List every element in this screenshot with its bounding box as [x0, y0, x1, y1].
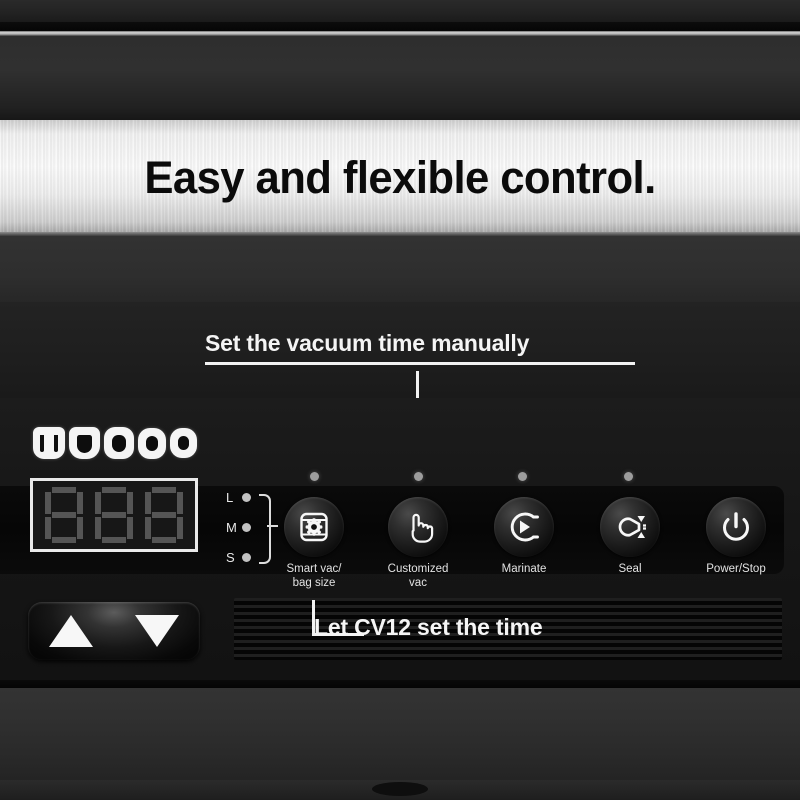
bag-size-dot-s	[242, 553, 251, 562]
vacuum-level-4-icon	[138, 427, 166, 459]
vacuum-strength-indicator	[33, 427, 197, 459]
arrow-down-icon[interactable]	[135, 615, 179, 647]
vacuum-level-3-icon	[104, 427, 134, 459]
led-smart-vac	[310, 472, 319, 481]
power-icon	[719, 510, 753, 544]
callout-top-text: Set the vacuum time manually	[205, 330, 530, 356]
bag-size-bracket-tick	[267, 525, 278, 527]
callout-top-underline	[205, 362, 635, 366]
segment-digit-1	[45, 487, 83, 543]
led-customized-vac	[414, 472, 423, 481]
customized-vac-label: Customized vac	[387, 563, 449, 590]
bag-size-option-m[interactable]: M	[226, 520, 251, 535]
vacuum-level-1-icon	[33, 427, 65, 459]
vacuum-level-5-icon	[170, 428, 197, 458]
mid-body-upper	[0, 236, 800, 302]
top-shadow-band	[0, 0, 800, 22]
bag-gear-icon	[297, 510, 331, 544]
bag-size-option-l[interactable]: L	[226, 490, 251, 505]
seal-bag-icon	[612, 510, 648, 544]
bag-size-label-m: M	[226, 520, 237, 535]
callout-vacuum-time-manual: Set the vacuum time manually	[205, 330, 645, 366]
bag-size-option-s[interactable]: S	[226, 550, 251, 565]
base-edge	[0, 680, 800, 688]
smart-vac-label: Smart vac/ bag size	[286, 563, 342, 590]
seal-label: Seal	[618, 563, 642, 575]
marinate-label: Marinate	[501, 563, 547, 575]
seal-button[interactable]	[600, 497, 660, 557]
base-oval-detail	[372, 782, 428, 796]
arrow-up-icon[interactable]	[49, 615, 93, 647]
bag-size-dot-m	[242, 523, 251, 532]
segment-digit-2	[95, 487, 133, 543]
power-stop-label: Power/Stop	[706, 563, 766, 575]
callout-bottom-text: Let CV12 set the time	[314, 614, 543, 640]
pointing-hand-icon	[402, 510, 434, 544]
brushed-metal-band: Easy and flexible control.	[0, 120, 800, 236]
upper-body-band	[0, 36, 800, 120]
page-title: Easy and flexible control.	[144, 152, 656, 203]
value-rocker[interactable]	[28, 602, 200, 660]
led-marinate	[518, 472, 527, 481]
marinate-button[interactable]	[494, 497, 554, 557]
vacuum-level-2-icon	[69, 427, 100, 459]
led-seal	[624, 472, 633, 481]
smart-vac-button[interactable]	[284, 497, 344, 557]
seven-segment-display	[30, 478, 198, 552]
power-stop-button[interactable]	[706, 497, 766, 557]
product-hero-image: Easy and flexible control. Set the vacuu…	[0, 0, 800, 800]
bag-size-indicator[interactable]: L M S	[226, 488, 278, 570]
bag-size-bracket	[259, 494, 271, 564]
bag-size-label-s: S	[226, 550, 235, 565]
bag-size-label-l: L	[226, 490, 234, 505]
customized-vac-button[interactable]	[388, 497, 448, 557]
base-slab	[0, 688, 800, 780]
segment-digit-3	[145, 487, 183, 543]
marinate-play-icon	[506, 510, 542, 544]
bag-size-dot-l	[242, 493, 251, 502]
